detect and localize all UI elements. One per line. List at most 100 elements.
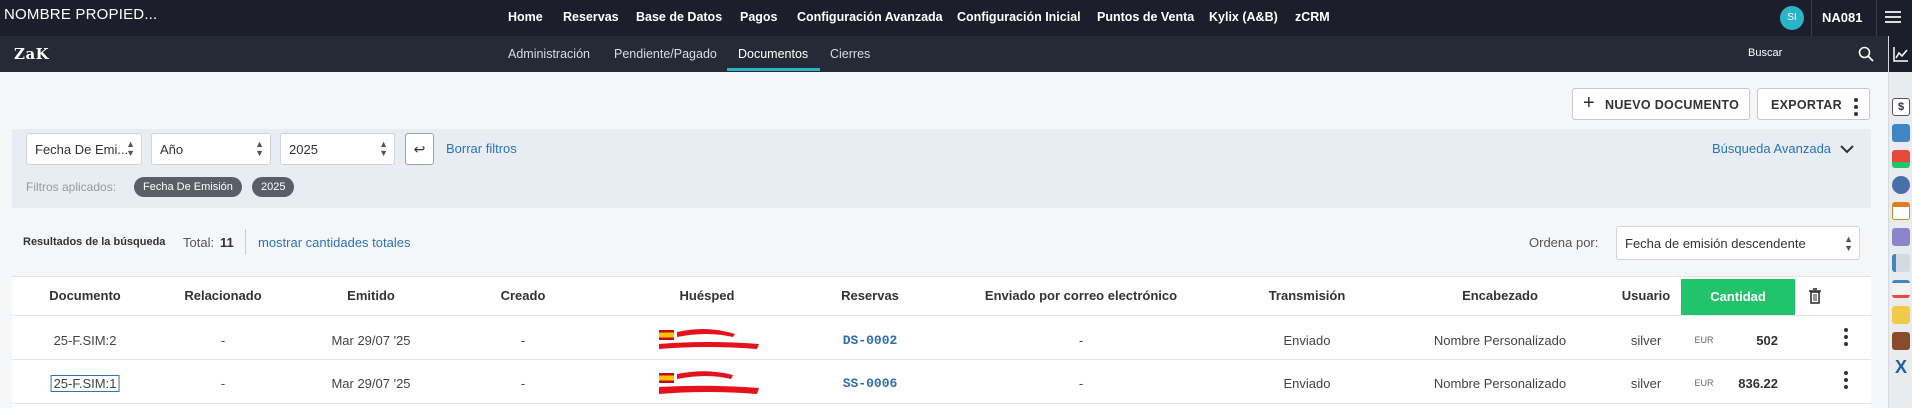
col-encabezado[interactable]: Encabezado <box>1462 288 1538 303</box>
currency-value: EUR <box>1694 378 1714 388</box>
divider <box>1876 0 1877 36</box>
nav-base-de-datos[interactable]: Base de Datos <box>636 10 722 24</box>
zak-logo[interactable]: ZaK <box>14 45 49 63</box>
nav-home[interactable]: Home <box>508 10 543 24</box>
email-sent-value: - <box>1078 333 1084 348</box>
subnav-pendiente-pagado[interactable]: Pendiente/Pagado <box>614 47 717 61</box>
period-value: Año <box>160 142 184 157</box>
amount-value: 836.22 <box>1738 376 1778 391</box>
results-title: Resultados de la búsqueda <box>23 236 166 248</box>
period-select[interactable]: Año ▲ ▼ <box>151 133 271 165</box>
select-arrows-icon: ▲ ▼ <box>379 139 388 158</box>
new-document-button[interactable]: + NUEVO DOCUMENTO <box>1572 88 1750 120</box>
select-arrows-icon: ▲ ▼ <box>255 139 264 158</box>
arrow-left-icon: ↩ <box>413 141 426 157</box>
new-document-label: NUEVO DOCUMENTO <box>1605 98 1740 112</box>
nav-zcrm[interactable]: zCRM <box>1295 10 1330 24</box>
nav-puntos-de-venta[interactable]: Puntos de Venta <box>1097 10 1194 24</box>
year-value: 2025 <box>289 142 318 157</box>
col-emitido[interactable]: Emitido <box>347 288 395 303</box>
close-x-icon[interactable]: X <box>1892 358 1910 376</box>
nav-configuracion-inicial[interactable]: Configuración Inicial <box>957 10 1081 24</box>
cards-icon[interactable] <box>1892 124 1910 142</box>
list-icon[interactable] <box>1892 254 1910 272</box>
subnav-documentos[interactable]: Documentos <box>738 47 808 61</box>
col-reservas[interactable]: Reservas <box>841 288 899 303</box>
chart-icon[interactable] <box>1893 46 1909 62</box>
divider <box>12 403 1871 404</box>
reservation-link[interactable]: DS-0002 <box>843 333 898 348</box>
export-label: EXPORTAR <box>1771 98 1842 112</box>
user-avatar[interactable]: SI <box>1780 6 1804 30</box>
col-transmision[interactable]: Transmisión <box>1269 288 1346 303</box>
user-code[interactable]: NA081 <box>1822 10 1862 25</box>
nav-configuracion-avanzada[interactable]: Configuración Avanzada <box>797 10 943 24</box>
header-link[interactable]: Nombre Personalizado <box>1434 333 1566 348</box>
guest-redacted <box>647 365 767 398</box>
export-button[interactable]: EXPORTAR <box>1757 88 1870 120</box>
applied-filter-chip[interactable]: 2025 <box>252 177 295 197</box>
top-bar: NOMBRE PROPIED... Home Reservas Base de … <box>0 0 1912 36</box>
order-by-label: Ordena por: <box>1529 235 1599 250</box>
z-report-icon[interactable] <box>1892 176 1910 194</box>
created-value: - <box>520 376 526 391</box>
row-more-icon[interactable] <box>1844 328 1848 349</box>
total-label: Total: <box>183 235 215 250</box>
user-value: silver <box>1630 376 1662 391</box>
document-add-icon[interactable] <box>1892 306 1910 324</box>
order-by-value: Fecha de emisión descendente <box>1625 236 1806 251</box>
timeline-icon[interactable] <box>1892 280 1910 298</box>
issued-date: Mar 29/07 '25 <box>331 333 411 348</box>
divider <box>12 359 1871 360</box>
issued-date: Mar 29/07 '25 <box>331 376 411 391</box>
grid-icon[interactable] <box>1892 228 1910 246</box>
clear-filters-link[interactable]: Borrar filtros <box>446 141 517 156</box>
nav-kylix[interactable]: Kylix (A&B) <box>1209 10 1278 24</box>
advanced-search-link[interactable]: Búsqueda Avanzada <box>1712 141 1831 156</box>
row-more-icon[interactable] <box>1844 371 1848 392</box>
col-huesped[interactable]: Huésped <box>680 288 735 303</box>
col-cantidad[interactable]: Cantidad <box>1681 279 1795 315</box>
document-link[interactable]: 25-F.SIM:1 <box>50 375 120 392</box>
trash-icon[interactable] <box>1808 288 1822 304</box>
nav-pagos[interactable]: Pagos <box>740 10 778 24</box>
user-value: silver <box>1630 333 1662 348</box>
reservation-link[interactable]: SS-0006 <box>843 376 898 391</box>
nav-reservas[interactable]: Reservas <box>563 10 619 24</box>
calendar-icon[interactable] <box>1892 202 1910 220</box>
more-vertical-icon[interactable] <box>1854 98 1858 119</box>
col-relacionado[interactable]: Relacionado <box>184 288 261 303</box>
search-icon[interactable] <box>1858 46 1874 62</box>
hamburger-menu-icon[interactable] <box>1882 8 1904 28</box>
date-type-select[interactable]: Fecha De Emi... ▲ ▼ <box>26 133 142 165</box>
header-link[interactable]: Nombre Personalizado <box>1434 376 1566 391</box>
related-value: - <box>220 376 226 391</box>
search-input[interactable]: Buscar <box>1748 47 1782 59</box>
subnav-cierres[interactable]: Cierres <box>830 47 870 61</box>
currency-value: EUR <box>1694 335 1714 345</box>
col-documento[interactable]: Documento <box>49 288 121 303</box>
applied-filter-chip[interactable]: Fecha De Emisión <box>134 177 242 197</box>
col-enviado-correo[interactable]: Enviado por correo electrónico <box>985 288 1177 303</box>
col-creado[interactable]: Creado <box>501 288 546 303</box>
cash-icon[interactable]: $ <box>1892 98 1910 116</box>
chevron-down-icon[interactable] <box>1840 145 1854 154</box>
divider <box>245 229 246 255</box>
col-usuario[interactable]: Usuario <box>1622 288 1670 303</box>
guest-redacted <box>647 322 767 353</box>
document-link[interactable]: 25-F.SIM:2 <box>54 333 117 348</box>
checklist-icon[interactable] <box>1892 150 1910 168</box>
select-arrows-icon: ▲ ▼ <box>1844 234 1853 253</box>
show-totals-link[interactable]: mostrar cantidades totales <box>258 235 410 250</box>
divider <box>1811 0 1812 36</box>
plus-icon: + <box>1583 92 1595 114</box>
subnav-administracion[interactable]: Administración <box>508 47 590 61</box>
reset-arrow-button[interactable]: ↩ <box>405 133 434 165</box>
active-tab-indicator <box>727 68 820 71</box>
select-arrows-icon: ▲ ▼ <box>126 139 135 158</box>
divider <box>12 315 1871 316</box>
wallet-icon[interactable] <box>1892 332 1910 350</box>
order-by-select[interactable]: Fecha de emisión descendente ▲ ▼ <box>1616 226 1860 260</box>
email-sent-value: - <box>1078 376 1084 391</box>
year-select[interactable]: 2025 ▲ ▼ <box>280 133 395 165</box>
